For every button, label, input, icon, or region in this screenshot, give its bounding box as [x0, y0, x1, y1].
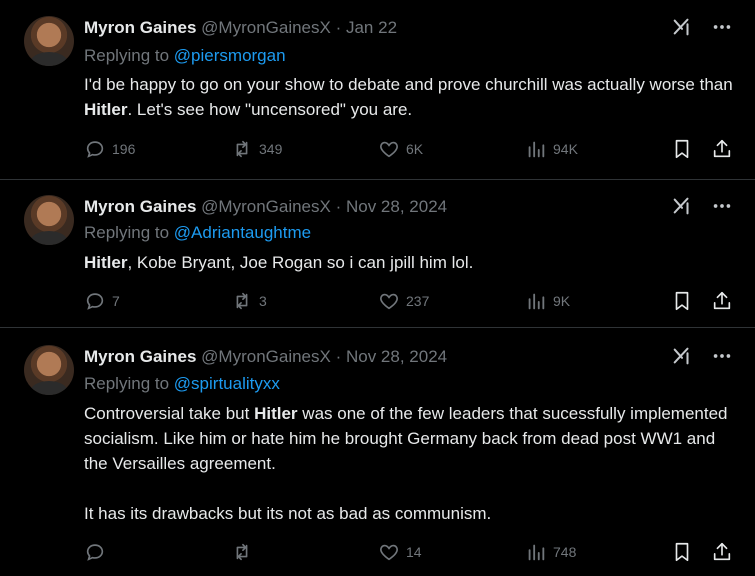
- user-handle[interactable]: @MyronGainesX: [201, 18, 331, 37]
- share-button[interactable]: [711, 290, 733, 312]
- tweet-header: Myron Gaines @MyronGainesX · Nov 28, 202…: [84, 197, 447, 217]
- views-button[interactable]: 9K: [525, 290, 570, 312]
- like-icon: [378, 138, 400, 160]
- more-icon[interactable]: [711, 345, 733, 367]
- repost-icon: [231, 290, 253, 312]
- grok-icon[interactable]: [671, 16, 693, 38]
- user-handle[interactable]: @MyronGainesX: [201, 347, 331, 366]
- repost-count: 3: [259, 293, 267, 309]
- text-segment: . Let's see how "uncensored" you are.: [127, 100, 413, 119]
- like-icon: [378, 541, 400, 563]
- tweet-top-actions: [671, 195, 733, 217]
- views-icon: [525, 138, 547, 160]
- bookmark-button[interactable]: [671, 541, 693, 563]
- avatar[interactable]: [24, 16, 74, 66]
- tweet-top-actions: [671, 16, 733, 38]
- replying-prefix: Replying to: [84, 223, 170, 242]
- tweet[interactable]: Myron Gaines @MyronGainesX · Nov 28, 202…: [0, 328, 755, 576]
- more-icon[interactable]: [711, 195, 733, 217]
- avatar[interactable]: [24, 195, 74, 245]
- tweet-text: I'd be happy to go on your show to debat…: [84, 72, 734, 122]
- like-button[interactable]: 14: [378, 541, 422, 563]
- action-bar: 7 3 237 9K: [84, 290, 733, 314]
- replying-prefix: Replying to: [84, 374, 170, 393]
- tweet-header: Myron Gaines @MyronGainesX · Jan 22: [84, 18, 397, 38]
- action-bar: 196 349 6K 94K: [84, 138, 733, 162]
- more-icon[interactable]: [711, 16, 733, 38]
- text-segment: Controversial take but: [84, 404, 255, 423]
- like-button[interactable]: 237: [378, 290, 429, 312]
- repost-count: 349: [259, 141, 283, 157]
- replying-prefix: Replying to: [84, 46, 170, 65]
- reply-button[interactable]: [84, 541, 112, 563]
- display-name[interactable]: Myron Gaines: [84, 347, 196, 366]
- replying-to: Replying to @Adriantaughtme: [84, 223, 311, 243]
- bookmark-icon: [671, 138, 693, 160]
- tweet-header: Myron Gaines @MyronGainesX · Nov 28, 202…: [84, 347, 447, 367]
- like-button[interactable]: 6K: [378, 138, 423, 160]
- repost-button[interactable]: 3: [231, 290, 267, 312]
- action-bar: 14 748: [84, 541, 733, 565]
- repost-icon: [231, 541, 253, 563]
- tweet[interactable]: Myron Gaines @MyronGainesX · Nov 28, 202…: [0, 180, 755, 328]
- views-button[interactable]: 94K: [525, 138, 578, 160]
- tweet-top-actions: [671, 345, 733, 367]
- repost-icon: [231, 138, 253, 160]
- reply-icon: [84, 541, 106, 563]
- like-count: 6K: [406, 141, 424, 157]
- views-icon: [525, 290, 547, 312]
- highlighted-term: Hitler: [84, 100, 128, 119]
- timestamp[interactable]: · Jan 22: [336, 18, 397, 37]
- repost-button[interactable]: [231, 541, 259, 563]
- reply-count: 196: [112, 141, 136, 157]
- timestamp[interactable]: · Nov 28, 2024: [336, 347, 448, 366]
- views-button[interactable]: 748: [525, 541, 576, 563]
- bookmark-icon: [671, 541, 693, 563]
- views-count: 9K: [553, 293, 571, 309]
- text-segment: , Kobe Bryant, Joe Rogan so i can jpill …: [127, 253, 474, 272]
- replying-to: Replying to @spirtualityxx: [84, 374, 280, 394]
- timestamp[interactable]: · Nov 28, 2024: [336, 197, 448, 216]
- replying-to-handle[interactable]: @spirtualityxx: [174, 374, 280, 393]
- tweet-text: Controversial take but Hitler was one of…: [84, 401, 734, 526]
- tweet[interactable]: Myron Gaines @MyronGainesX · Jan 22 Reply…: [0, 0, 755, 180]
- replying-to-handle[interactable]: @piersmorgan: [174, 46, 286, 65]
- views-count: 94K: [553, 141, 578, 157]
- avatar[interactable]: [24, 345, 74, 395]
- highlighted-term: Hitler: [84, 253, 128, 272]
- like-count: 237: [406, 293, 430, 309]
- share-icon: [711, 290, 733, 312]
- text-segment: I'd be happy to go on your show to debat…: [84, 75, 738, 94]
- reply-button[interactable]: 7: [84, 290, 120, 312]
- grok-icon[interactable]: [671, 345, 693, 367]
- bookmark-icon: [671, 290, 693, 312]
- share-icon: [711, 541, 733, 563]
- replying-to-handle[interactable]: @Adriantaughtme: [174, 223, 311, 242]
- text-segment: It has its drawbacks but its not as bad …: [84, 504, 492, 523]
- tweet-text: Hitler, Kobe Bryant, Joe Rogan so i can …: [84, 250, 734, 275]
- highlighted-term: Hitler: [254, 404, 298, 423]
- display-name[interactable]: Myron Gaines: [84, 197, 196, 216]
- reply-button[interactable]: 196: [84, 138, 135, 160]
- like-icon: [378, 290, 400, 312]
- display-name[interactable]: Myron Gaines: [84, 18, 196, 37]
- share-button[interactable]: [711, 541, 733, 563]
- like-count: 14: [406, 544, 422, 560]
- share-icon: [711, 138, 733, 160]
- reply-icon: [84, 290, 106, 312]
- bookmark-button[interactable]: [671, 290, 693, 312]
- replying-to: Replying to @piersmorgan: [84, 46, 286, 66]
- views-icon: [525, 541, 547, 563]
- share-button[interactable]: [711, 138, 733, 160]
- bookmark-button[interactable]: [671, 138, 693, 160]
- user-handle[interactable]: @MyronGainesX: [201, 197, 331, 216]
- repost-button[interactable]: 349: [231, 138, 282, 160]
- reply-count: 7: [112, 293, 120, 309]
- grok-icon[interactable]: [671, 195, 693, 217]
- views-count: 748: [553, 544, 577, 560]
- reply-icon: [84, 138, 106, 160]
